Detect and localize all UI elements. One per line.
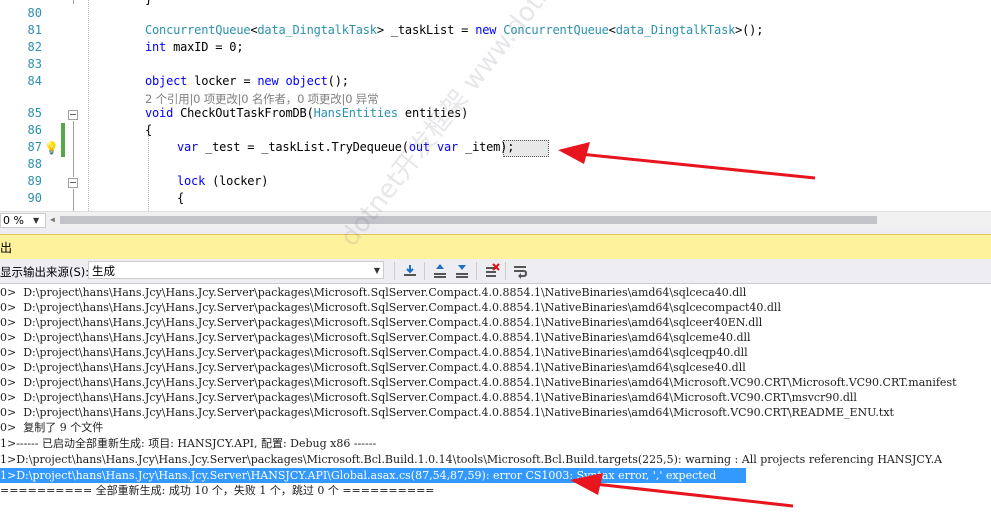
output-line-error-selected[interactable]: 1>D:\project\hans\Hans.Jcy\Hans.Jcy.Serv…: [0, 468, 746, 483]
outline-line: [73, 189, 74, 211]
code-line-86: {: [145, 123, 153, 137]
line-number: 85: [27, 106, 42, 120]
clear-all-icon[interactable]: [484, 263, 500, 279]
output-line: 0> D:\project\hans\Hans.Jcy\Hans.Jcy.Ser…: [0, 286, 747, 299]
output-line: 0> D:\project\hans\Hans.Jcy\Hans.Jcy.Ser…: [0, 316, 763, 329]
line-number: 84: [27, 74, 42, 88]
output-line: 0> D:\project\hans\Hans.Jcy\Hans.Jcy.Ser…: [0, 391, 857, 404]
line-number: 89: [27, 174, 42, 188]
go-to-location-icon[interactable]: [402, 263, 418, 279]
indent-guide: [88, 0, 89, 211]
code-line: }: [145, 0, 152, 6]
output-line: 0> D:\project\hans\Hans.Jcy\Hans.Jcy.Ser…: [0, 301, 781, 314]
output-panel-title: 出: [0, 241, 13, 255]
collapse-toggle-icon[interactable]: [68, 110, 78, 120]
chevron-down-icon: ▼: [33, 216, 40, 225]
indent-guide: [148, 126, 149, 211]
line-number: 87: [27, 140, 42, 154]
outline-line: [73, 0, 74, 4]
toolbar-separator: [394, 262, 395, 280]
line-number: 82: [27, 40, 42, 54]
code-line-90: {: [177, 191, 185, 205]
output-line: 0> D:\project\hans\Hans.Jcy\Hans.Jcy.Ser…: [0, 346, 748, 359]
collapse-toggle-icon[interactable]: [68, 178, 78, 188]
output-line: 0> D:\project\hans\Hans.Jcy\Hans.Jcy.Ser…: [0, 361, 746, 374]
source-value: 生成: [92, 264, 115, 278]
code-line-82: int maxID = 0;: [145, 40, 244, 54]
output-line: 1>D:\project\hans\Hans.Jcy\Hans.Jcy.Serv…: [0, 453, 943, 466]
output-line-summary: ========== 全部重新生成: 成功 10 个，失败 1 个，跳过 0 个…: [0, 484, 435, 497]
line-number: 81: [27, 23, 42, 37]
chevron-down-icon: ▼: [373, 266, 380, 275]
toolbar-separator: [424, 262, 425, 280]
zoom-value: 0 %: [3, 214, 24, 227]
previous-message-icon[interactable]: [432, 263, 448, 279]
output-line: 1>------ 已启动全部重新生成: 项目: HANSJCY.API, 配置:…: [0, 437, 377, 450]
code-line-87: var _test = _taskList.TryDequeue(out var…: [177, 140, 515, 154]
word-wrap-icon[interactable]: [512, 263, 528, 279]
code-line-84: object locker = new object();: [145, 74, 349, 88]
line-number: 80: [27, 6, 42, 20]
output-text-area[interactable]: 0> D:\project\hans\Hans.Jcy\Hans.Jcy.Ser…: [0, 284, 991, 525]
output-line: 0> D:\project\hans\Hans.Jcy\Hans.Jcy.Ser…: [0, 331, 751, 344]
codelens-info[interactable]: 2 个引用|0 项更改|0 名作者，0 项更改|0 异常: [145, 91, 379, 107]
zoom-dropdown[interactable]: 0 % ▼: [0, 213, 46, 228]
outline-line: [73, 121, 74, 177]
editor-status-bar: 0 % ▼ ◀: [0, 211, 991, 228]
toolbar-separator: [505, 262, 506, 280]
output-line: 0> 复制了 9 个文件: [0, 421, 104, 434]
horizontal-scrollbar[interactable]: [60, 216, 877, 224]
next-message-icon[interactable]: [454, 263, 470, 279]
code-line-81: ConcurrentQueue<data_DingtalkTask> _task…: [145, 23, 764, 37]
output-source-dropdown[interactable]: 生成 ▼: [88, 261, 384, 279]
change-marker: [61, 123, 65, 157]
scroll-left-icon[interactable]: ◀: [50, 215, 55, 224]
lightbulb-icon[interactable]: 💡: [44, 141, 59, 155]
output-line: 0> D:\project\hans\Hans.Jcy\Hans.Jcy.Ser…: [0, 406, 894, 419]
toolbar-separator: [476, 262, 477, 280]
line-number: 83: [27, 57, 42, 71]
source-label: 显示输出来源(S):: [0, 265, 90, 279]
line-number: 90: [27, 191, 42, 205]
output-panel-header: 出: [0, 234, 991, 259]
code-line-89: lock (locker): [177, 174, 269, 188]
output-line: 0> D:\project\hans\Hans.Jcy\Hans.Jcy.Ser…: [0, 376, 957, 389]
line-number: 88: [27, 157, 42, 171]
output-toolbar: 显示输出来源(S): 生成 ▼: [0, 259, 991, 284]
line-number: 86: [27, 123, 42, 137]
